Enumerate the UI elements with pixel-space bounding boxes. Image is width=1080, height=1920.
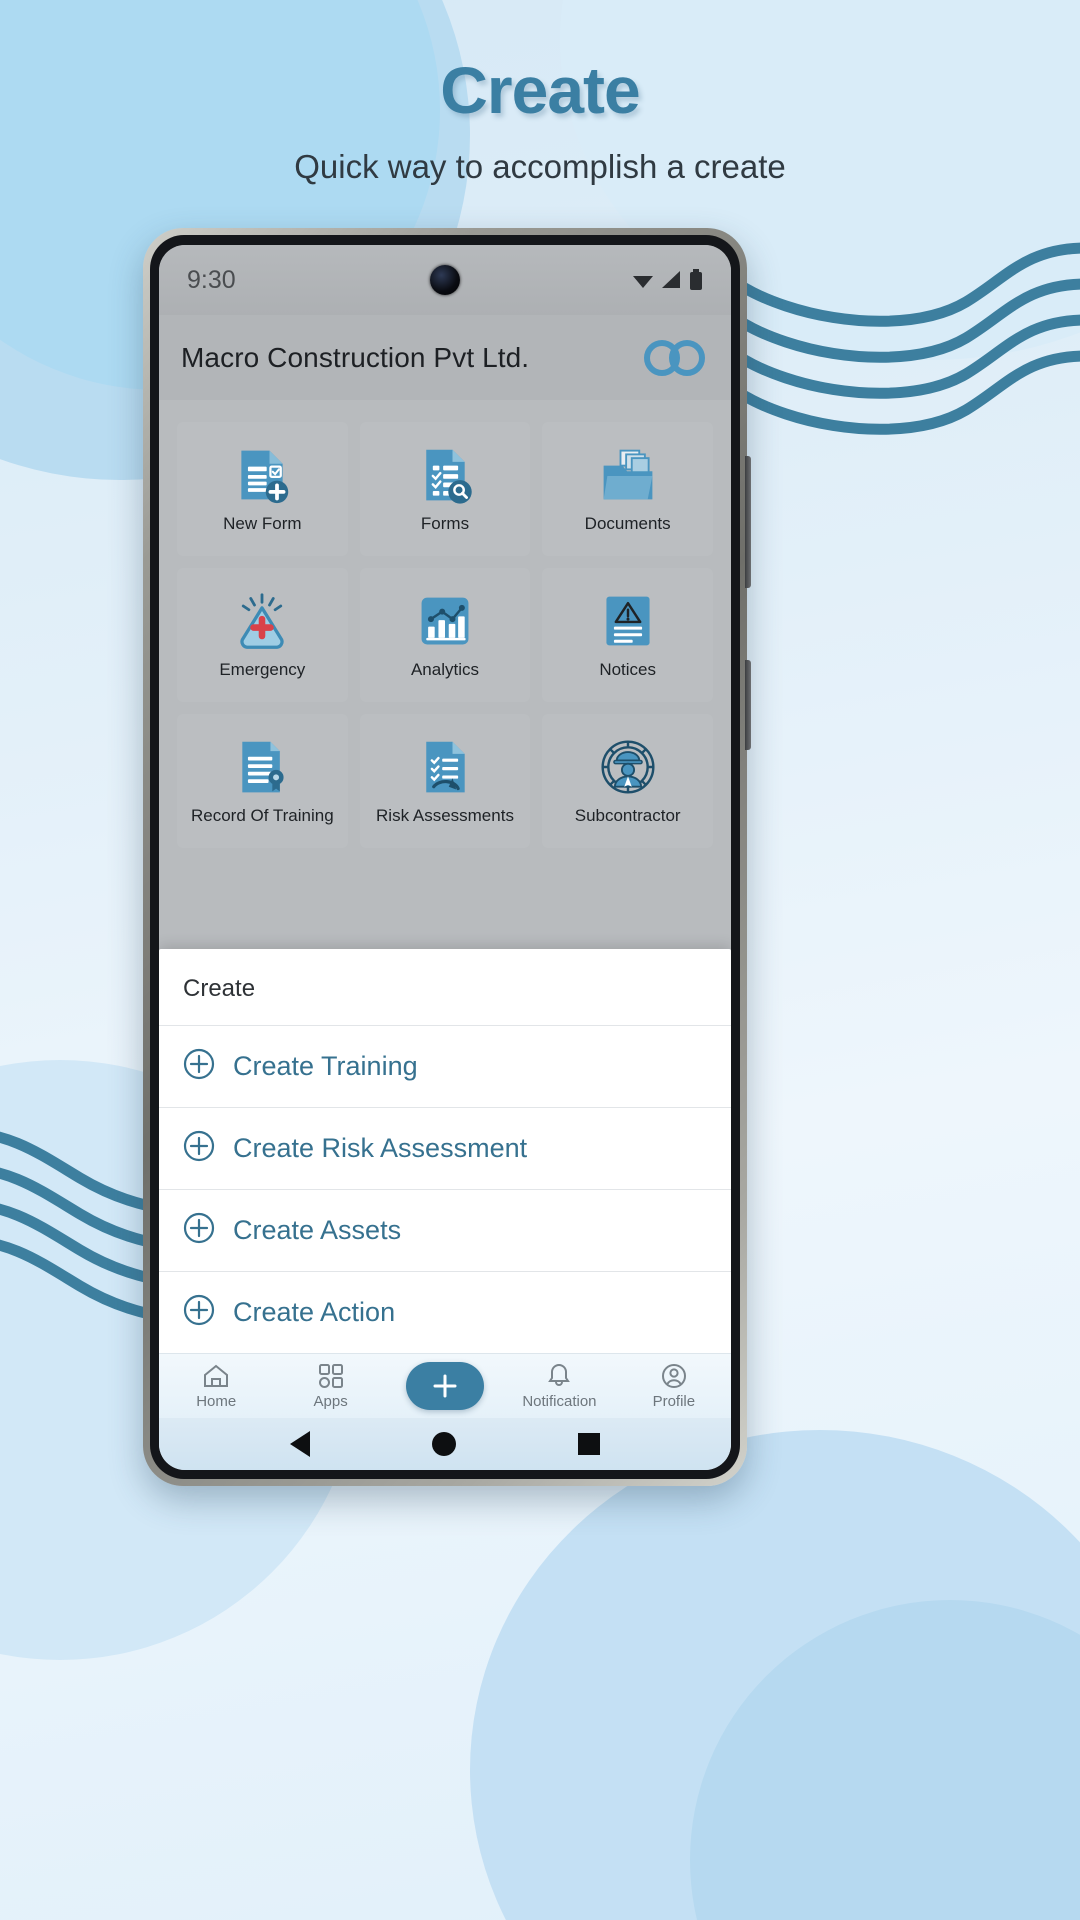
app-tile-label: Notices: [599, 659, 656, 679]
bottom-navigation: Home Apps Notification Profile: [159, 1353, 731, 1418]
home-button[interactable]: [432, 1432, 456, 1456]
phone-power-button: [745, 660, 751, 750]
nav-item-apps[interactable]: Apps: [273, 1362, 387, 1410]
bottom-sheet-title: Create: [159, 949, 731, 1026]
create-training-item[interactable]: Create Training: [159, 1026, 731, 1108]
analytics-chart-icon: [421, 597, 469, 645]
nav-item-create-fab[interactable]: [388, 1362, 502, 1410]
page-title: Create: [440, 53, 640, 127]
bell-icon: [548, 1363, 571, 1386]
app-tile-record-of-training[interactable]: Record Of Training: [177, 714, 348, 848]
app-tile-label: New Form: [223, 513, 302, 533]
nav-label: Home: [196, 1393, 237, 1410]
android-system-nav: [159, 1418, 731, 1470]
nav-label: Apps: [313, 1393, 348, 1410]
app-tile-label: Risk Assessments: [376, 805, 514, 825]
create-item-label: Create Action: [233, 1297, 396, 1327]
risk-assessments-icon: [426, 741, 465, 792]
camera-punch-hole: [430, 265, 460, 295]
battery-icon: [690, 269, 702, 290]
app-tile-new-form[interactable]: New Form: [177, 422, 348, 556]
new-form-icon: [241, 450, 289, 503]
create-assets-item[interactable]: Create Assets: [159, 1190, 731, 1272]
home-icon: [204, 1364, 229, 1387]
status-icons: [631, 269, 703, 291]
recents-button[interactable]: [578, 1433, 600, 1455]
phone-volume-button: [745, 456, 751, 588]
emergency-alert-icon: [240, 593, 284, 649]
subcontractor-icon: [601, 740, 655, 794]
plus-circle-icon: [183, 1294, 215, 1331]
nav-item-notification[interactable]: Notification: [502, 1362, 616, 1410]
infinity-logo[interactable]: [641, 339, 709, 377]
record-of-training-icon: [242, 741, 284, 792]
create-risk-assessment-item[interactable]: Create Risk Assessment: [159, 1108, 731, 1190]
signal-icon: [662, 271, 680, 288]
app-tile-documents[interactable]: Documents: [542, 422, 713, 556]
phone-bezel: 9:30 Macro Construction Pvt Ltd. New For…: [150, 235, 740, 1479]
create-item-label: Create Risk Assessment: [233, 1133, 528, 1163]
app-tile-emergency[interactable]: Emergency: [177, 568, 348, 702]
forms-search-icon: [426, 449, 472, 504]
nav-item-profile[interactable]: Profile: [617, 1362, 731, 1410]
app-tile-label: Emergency: [219, 659, 306, 679]
plus-circle-icon: [183, 1130, 215, 1167]
decorative-wave-right: [726, 242, 1080, 435]
documents-folder-icon: [603, 449, 653, 500]
app-tile-label: Subcontractor: [574, 805, 681, 825]
page-subtitle: Quick way to accomplish a create: [294, 148, 786, 185]
nav-label: Profile: [652, 1393, 696, 1410]
create-bottom-sheet: Create Create Training Create Risk Asses…: [159, 949, 731, 1353]
app-tile-forms[interactable]: Forms: [359, 422, 531, 556]
create-item-label: Create Assets: [233, 1215, 402, 1245]
app-tile-risk-assessments[interactable]: Risk Assessments: [359, 714, 531, 848]
apps-grid-icon: [318, 1364, 343, 1388]
profile-icon: [661, 1364, 686, 1388]
notices-warning-icon: [606, 596, 650, 646]
nav-label: Notification: [522, 1393, 597, 1410]
company-name: Macro Construction Pvt Ltd.: [181, 341, 530, 373]
app-header: Macro Construction Pvt Ltd.: [159, 315, 731, 400]
app-tile-label: Documents: [584, 513, 671, 533]
app-tile-notices[interactable]: Notices: [542, 568, 713, 702]
create-action-item[interactable]: Create Action: [159, 1272, 731, 1353]
app-tile-label: Record Of Training: [190, 805, 334, 825]
plus-circle-icon: [183, 1212, 215, 1249]
phone-mockup: 9:30 Macro Construction Pvt Ltd. New For…: [143, 228, 751, 1486]
wifi-icon: [633, 276, 653, 288]
status-time: 9:30: [187, 265, 236, 294]
phone-screen: 9:30 Macro Construction Pvt Ltd. New For…: [159, 245, 731, 1470]
plus-fab-icon[interactable]: [406, 1362, 485, 1410]
back-button[interactable]: [290, 1431, 310, 1457]
app-tile-subcontractor[interactable]: Subcontractor: [542, 714, 713, 848]
plus-circle-icon: [183, 1048, 215, 1085]
nav-item-home[interactable]: Home: [159, 1362, 273, 1410]
app-tile-label: Forms: [420, 513, 470, 533]
app-tile-label: Analytics: [410, 659, 479, 679]
status-bar: 9:30: [159, 245, 731, 315]
app-tile-analytics[interactable]: Analytics: [359, 568, 531, 702]
create-item-label: Create Training: [233, 1051, 418, 1081]
